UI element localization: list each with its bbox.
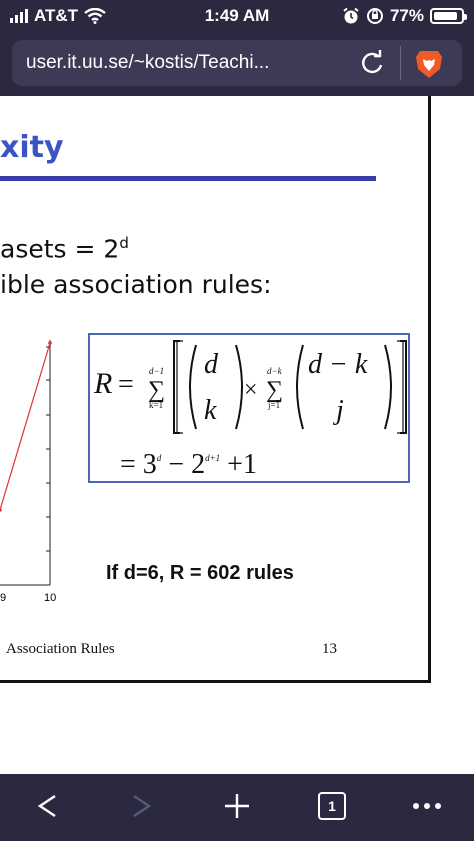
plot-point [0, 508, 2, 512]
page-number: 13 [322, 641, 337, 657]
sum1-upper: d−1 [149, 366, 164, 376]
tab-count-icon: 1 [318, 792, 346, 820]
forward-arrow-icon [133, 795, 152, 817]
growth-plot: 9 10 [0, 340, 56, 604]
plus-icon [225, 794, 249, 818]
formula-box: R = d−1 ∑ k=1 d k × d−k ∑ j=1 d − k j = … [88, 333, 410, 483]
brave-shield-icon[interactable] [412, 47, 446, 81]
slide-border-right [428, 96, 431, 682]
formula-equals: = [118, 369, 134, 400]
sum2-lower: j=1 [267, 400, 280, 410]
plot-tick-label: 10 [44, 592, 56, 604]
binom2-bottom: j [333, 395, 344, 426]
formula-line2: = 3d − 2d+1 +1 [120, 449, 257, 480]
browser-top-bar: AT&T 1:49 AM 77% user.it.uu.se/~kostis/T… [0, 0, 474, 96]
alarm-icon [343, 7, 359, 24]
plot-series-line [0, 342, 51, 511]
formula-svg: R = d−1 ∑ k=1 d k × d−k ∑ j=1 d − k j = … [93, 340, 407, 480]
binom1-bottom: k [204, 395, 217, 426]
status-right: 77% [342, 6, 467, 26]
forward-button[interactable] [122, 786, 162, 826]
tab-count: 1 [328, 798, 336, 814]
back-button[interactable] [27, 786, 67, 826]
more-menu-icon [413, 803, 441, 809]
tabs-button[interactable]: 1 [312, 786, 352, 826]
binom2-left-paren [296, 344, 304, 430]
binom1-top: d [204, 349, 219, 380]
menu-button[interactable] [407, 786, 447, 826]
plot-ticks [46, 346, 50, 552]
address-bar-divider [400, 46, 401, 80]
right-bracket-inner [397, 340, 404, 434]
battery-icon [430, 8, 467, 24]
formula-R: R [93, 367, 112, 400]
back-arrow-icon [37, 795, 56, 817]
times-sign: × [244, 377, 258, 403]
plot-point [48, 341, 52, 345]
binom1-right-paren [235, 344, 243, 430]
slide-title: xity [0, 130, 64, 165]
browser-bottom-toolbar: 1 [0, 774, 474, 841]
rules-text: ible association rules: [0, 270, 272, 299]
plot-tick-label: 9 [0, 592, 6, 604]
binom2-top: d − k [308, 349, 368, 380]
sum1-lower: k=1 [149, 400, 163, 410]
new-tab-button[interactable] [217, 786, 257, 826]
left-bracket-inner [176, 340, 183, 434]
battery-percent: 77% [389, 6, 424, 25]
reload-icon[interactable] [357, 48, 387, 78]
itemsets-label: asets = 2 [0, 234, 120, 264]
title-underline [0, 176, 376, 181]
sum2-upper: d−k [267, 366, 283, 376]
itemsets-text: asets = 2d [0, 234, 129, 263]
binom1-left-paren [189, 344, 197, 430]
status-bar: AT&T 1:49 AM 77% [0, 4, 474, 28]
binom2-right-paren [384, 344, 392, 430]
itemsets-exponent: d [119, 234, 129, 252]
address-bar[interactable]: user.it.uu.se/~kostis/Teachi... [12, 40, 462, 86]
footer-title: Association Rules [6, 641, 115, 657]
rule-count-text: If d=6, R = 602 rules [106, 562, 294, 584]
slide-border-bottom [0, 680, 431, 683]
url-text[interactable]: user.it.uu.se/~kostis/Teachi... [26, 52, 356, 74]
orientation-lock-icon [366, 8, 383, 24]
